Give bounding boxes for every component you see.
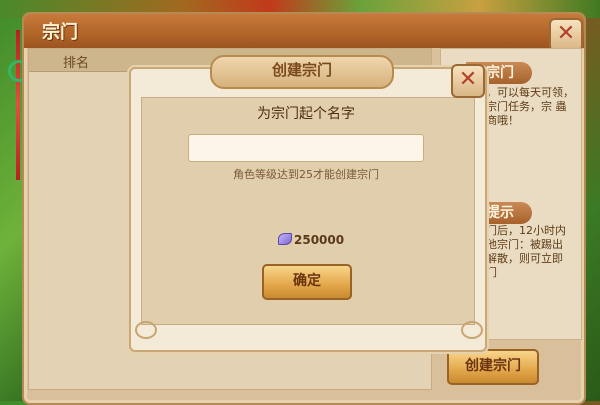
- close-window-button[interactable]: ✕: [549, 18, 583, 52]
- sect-name-input[interactable]: [188, 134, 424, 162]
- corner-ornament: [461, 321, 483, 339]
- rope-decoration: [16, 30, 20, 180]
- window-title-bar: 宗门: [24, 14, 584, 48]
- dialog-title-tab: 创建宗门: [210, 55, 394, 89]
- tips-text: 门后，12小时内 他宗门：被踢出 解散，则可立即 门: [486, 224, 566, 279]
- name-prompt: 为宗门起个名字: [257, 106, 355, 122]
- gem-currency-icon: [278, 233, 292, 245]
- join-sect-text: ，可以每天可领，宗门任务，宗 蟲商哦！: [486, 86, 574, 127]
- create-sect-button[interactable]: 创建宗门: [447, 349, 539, 385]
- dialog-title: 创建宗门: [271, 61, 332, 79]
- rank-column-header: 排名: [63, 56, 90, 71]
- creation-cost: 250000: [278, 233, 344, 247]
- cost-amount: 250000: [294, 233, 345, 247]
- window-title: 宗门: [42, 22, 78, 43]
- level-requirement-hint: 角色等级达到25才能创建宗门: [233, 168, 379, 181]
- corner-ornament: [135, 321, 157, 339]
- confirm-button[interactable]: 确定: [262, 264, 352, 300]
- close-dialog-button[interactable]: ✕: [451, 64, 485, 98]
